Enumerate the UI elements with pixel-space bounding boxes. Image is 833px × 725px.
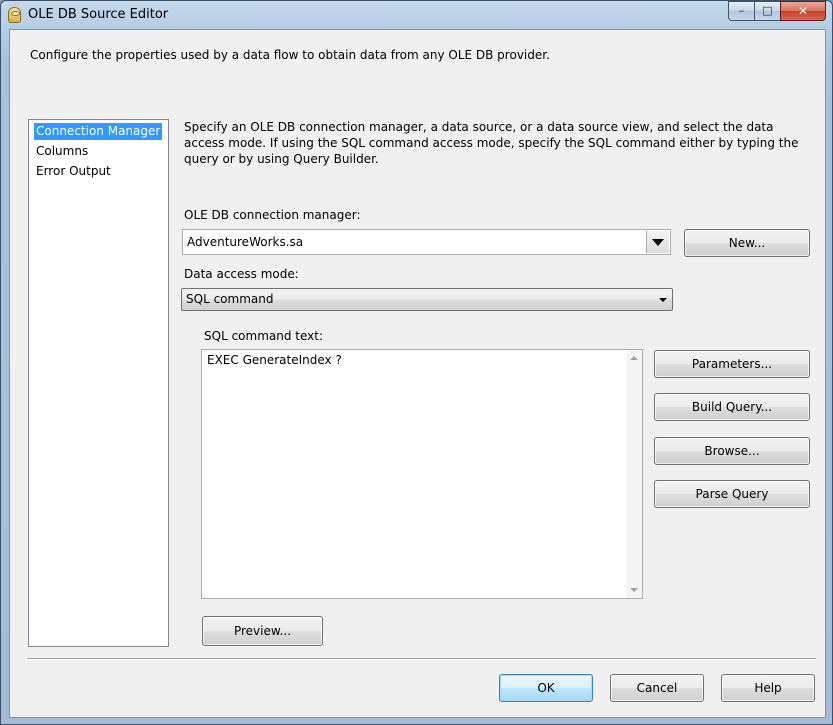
browse-button[interactable]: Browse... [654, 437, 810, 465]
data-access-mode-label: Data access mode: [184, 267, 299, 281]
data-access-mode-select[interactable]: SQL command [181, 288, 673, 311]
scroll-up-icon[interactable] [630, 356, 638, 360]
sql-command-text: EXEC GenerateIndex ? [207, 353, 342, 367]
chevron-down-icon [659, 297, 667, 302]
new-connection-button[interactable]: New... [684, 229, 810, 257]
cancel-button[interactable]: Cancel [610, 674, 704, 702]
window-title: OLE DB Source Editor [28, 7, 169, 22]
preview-button[interactable]: Preview... [202, 616, 323, 646]
connection-manager-label: OLE DB connection manager: [184, 208, 361, 222]
sql-command-textarea[interactable]: EXEC GenerateIndex ? [201, 349, 643, 599]
maximize-button[interactable]: □ [754, 1, 781, 21]
chevron-down-icon [652, 238, 664, 246]
title-bar[interactable]: OLE DB Source Editor – □ ✕ [1, 1, 833, 29]
connection-manager-value: AdventureWorks.sa [187, 235, 304, 249]
build-query-button[interactable]: Build Query... [654, 393, 810, 421]
page-navigation-list: Connection Manager Columns Error Output [28, 119, 169, 647]
data-access-mode-value: SQL command [186, 292, 274, 306]
ok-button[interactable]: OK [499, 674, 593, 702]
minimize-button[interactable]: – [728, 1, 755, 21]
dropdown-button[interactable] [655, 290, 671, 309]
database-icon [8, 7, 21, 23]
dialog-description: Configure the properties used by a data … [30, 48, 550, 62]
parse-query-button[interactable]: Parse Query [654, 480, 810, 508]
scroll-down-icon[interactable] [630, 588, 638, 592]
dialog-client-area: Configure the properties used by a data … [9, 29, 826, 718]
connection-manager-combobox[interactable]: AdventureWorks.sa [182, 229, 671, 255]
close-button[interactable]: ✕ [780, 1, 826, 21]
help-button[interactable]: Help [721, 674, 815, 702]
nav-item-columns[interactable]: Columns [34, 143, 90, 160]
dropdown-button[interactable] [646, 231, 669, 253]
sql-command-label: SQL command text: [204, 329, 323, 343]
footer-divider [27, 658, 816, 660]
nav-item-connection-manager[interactable]: Connection Manager [34, 123, 163, 140]
parameters-button[interactable]: Parameters... [654, 350, 810, 378]
dialog-window: OLE DB Source Editor – □ ✕ Configure the… [0, 0, 833, 725]
instructions-text: Specify an OLE DB connection manager, a … [184, 120, 799, 166]
vertical-scrollbar[interactable] [626, 350, 642, 598]
nav-item-error-output[interactable]: Error Output [34, 163, 113, 180]
